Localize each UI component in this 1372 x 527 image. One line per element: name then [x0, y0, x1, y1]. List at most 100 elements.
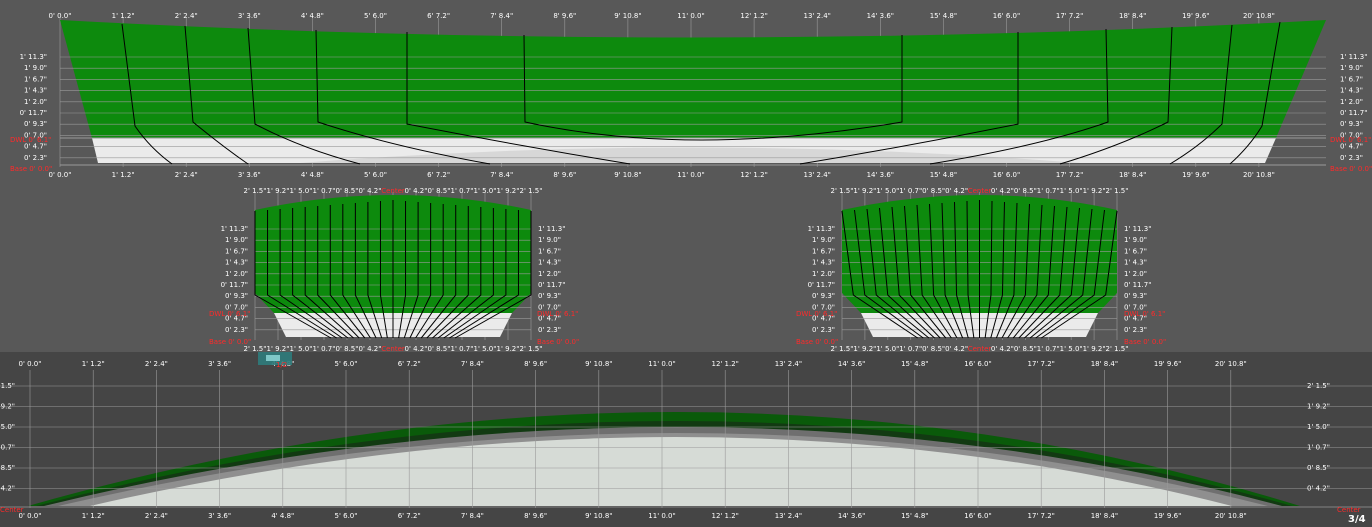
section-breadth-tick-bottom: 2' 1.5": [831, 345, 854, 353]
section-height-tick-left: 0' 2.3": [812, 326, 835, 334]
profile-height-tick-left: 1' 11.3": [20, 53, 47, 61]
section-breadth-tick-top: 1' 5.0": [290, 187, 313, 195]
section-breadth-tick-top: 1' 0.7": [899, 187, 922, 195]
section-height-tick-left: 1' 11.3": [808, 225, 835, 233]
profile-length-tick-top: 15' 4.8": [930, 12, 957, 20]
profile-length-tick-bottom: 14' 3.6": [867, 171, 894, 179]
profile-length-tick-top: 20' 10.8": [1243, 12, 1275, 20]
profile-length-tick-top: 2' 2.4": [175, 12, 198, 20]
profile-length-tick-top: 5' 6.0": [364, 12, 387, 20]
section-height-tick-right: 1' 9.0": [538, 236, 561, 244]
section-height-tick-left: 1' 6.7": [812, 247, 835, 255]
section-breadth-tick-bottom: 1' 5.0": [1060, 345, 1083, 353]
section-height-tick-right: 0' 9.3": [538, 292, 561, 300]
plan-length-tick-top: 2' 2.4": [145, 360, 168, 368]
plan-breadth-tick-left: 1' 0.7": [0, 444, 15, 452]
plan-length-tick-top: 19' 9.6": [1154, 360, 1181, 368]
section-breadth-tick-top: 1' 0.7": [313, 187, 336, 195]
section-breadth-tick-top: 0' 4.2": [359, 187, 382, 195]
plan-length-tick-top: 0' 0.0": [19, 360, 42, 368]
section-height-tick-right: 1' 9.0": [1124, 236, 1147, 244]
profile-height-tick-left: 1' 6.7": [24, 75, 47, 83]
profile-length-tick-top: 9' 10.8": [614, 12, 641, 20]
plan-length-tick-bottom: 13' 2.4": [775, 512, 802, 520]
plan-length-tick-top: 14' 3.6": [838, 360, 865, 368]
profile-length-tick-top: 1' 1.2": [112, 12, 135, 20]
front-section-breadth-ticks-bottom: 2' 1.5" 1' 9.2" 1' 5.0" 1' 0.7" 0' 8.5" 0' 4.…: [244, 345, 543, 353]
rear-section-base-right: Base 0' 0.0": [1124, 338, 1166, 346]
front-section-dwl-left: DWL 0' 6.1": [209, 310, 250, 318]
section-breadth-tick-bottom: 1' 0.7": [899, 345, 922, 353]
section-height-tick-left: 0' 9.3": [225, 292, 248, 300]
section-height-tick-right: 1' 4.3": [538, 259, 561, 267]
plan-breadth-tick-right: 1' 9.2": [1307, 403, 1330, 411]
plan-length-tick-top: 9' 10.8": [585, 360, 612, 368]
section-height-tick-right: 1' 2.0": [538, 270, 561, 278]
profile-length-tick-bottom: 9' 10.8": [614, 171, 641, 179]
profile-hull-above-water: [60, 20, 1326, 138]
plan-length-tick-top: 16' 6.0": [964, 360, 991, 368]
section-height-tick-left: 1' 11.3": [221, 225, 248, 233]
section-breadth-tick-top: 1' 0.7": [1037, 187, 1060, 195]
section-breadth-tick-top: 1' 9.2": [267, 187, 290, 195]
plan-breadth-tick-left: 2' 1.5": [0, 382, 15, 390]
section-breadth-tick-top: 0' 4.2": [945, 187, 968, 195]
plan-view[interactable]: 0' 0.0" 1' 1.2" 2' 2.4" 3' 3.6" 4' 4.8" 5' 6.…: [0, 352, 1372, 527]
profile-length-tick-bottom: 16' 6.0": [993, 171, 1020, 179]
section-height-tick-right: 0' 2.3": [1124, 326, 1147, 334]
section-breadth-tick-bottom: Center: [381, 345, 405, 353]
plan-length-tick-bottom: 11' 0.0": [648, 512, 675, 520]
profile-height-tick-left: 1' 2.0": [24, 98, 47, 106]
profile-height-tick-right: 1' 4.3": [1340, 87, 1363, 95]
profile-length-tick-top: 13' 2.4": [803, 12, 830, 20]
plan-length-tick-bottom: 8' 9.6": [524, 512, 547, 520]
hull-design-canvas[interactable]: 0' 0.0" 1' 1.2" 2' 2.4" 3' 3.6" 4' 4.8" 5' 6.…: [0, 0, 1372, 527]
section-height-tick-right: 1' 11.3": [1124, 225, 1151, 233]
profile-length-tick-bottom: 15' 4.8": [930, 171, 957, 179]
section-height-tick-left: 0' 9.3": [812, 292, 835, 300]
section-height-tick-right: 0' 2.3": [538, 326, 561, 334]
rear-section-dwl-right: DWL 0' 6.1": [1124, 310, 1165, 318]
plan-length-tick-top: 8' 9.6": [524, 360, 547, 368]
profile-height-tick-right: 0' 11.7": [1340, 109, 1367, 117]
section-breadth-tick-bottom: 0' 4.2": [991, 345, 1014, 353]
plan-breadth-tick-right: 0' 4.2": [1307, 485, 1330, 493]
profile-height-tick-right: 1' 11.3": [1340, 53, 1367, 61]
section-breadth-tick-bottom: 0' 4.2": [359, 345, 382, 353]
profile-view[interactable]: 0' 0.0" 1' 1.2" 2' 2.4" 3' 3.6" 4' 4.8" 5' 6.…: [10, 12, 1372, 179]
profile-height-tick-left: 1' 9.0": [24, 64, 47, 72]
profile-height-tick-right: 1' 6.7": [1340, 75, 1363, 83]
plan-length-tick-top: 7' 8.4": [461, 360, 484, 368]
profile-length-tick-bottom: 11' 0.0": [677, 171, 704, 179]
profile-length-tick-bottom: 19' 9.6": [1182, 171, 1209, 179]
profile-length-tick-top: 12' 1.2": [740, 12, 767, 20]
plan-breadth-tick-left: 1' 5.0": [0, 423, 15, 431]
profile-length-tick-top: 17' 7.2": [1056, 12, 1083, 20]
profile-length-tick-bottom: 17' 7.2": [1056, 171, 1083, 179]
section-breadth-tick-bottom: 1' 0.7": [451, 345, 474, 353]
profile-length-tick-bottom: 3' 3.6": [238, 171, 261, 179]
section-height-tick-right: 0' 9.3": [1124, 292, 1147, 300]
profile-length-tick-bottom: 5' 6.0": [364, 171, 387, 179]
profile-length-tick-top: 6' 7.2": [427, 12, 450, 20]
plan-breadth-tick-right: 2' 1.5": [1307, 382, 1330, 390]
plan-center-label-right: Center: [1337, 506, 1361, 514]
profile-length-tick-top: 7' 8.4": [490, 12, 513, 20]
plan-length-tick-top: 15' 4.8": [901, 360, 928, 368]
plan-length-tick-bottom: 2' 2.4": [145, 512, 168, 520]
section-breadth-tick-bottom: Center: [968, 345, 992, 353]
section-breadth-tick-top: 0' 4.2": [405, 187, 428, 195]
profile-length-tick-bottom: 4' 4.8": [301, 171, 324, 179]
plan-length-tick-top: 1' 1.2": [82, 360, 105, 368]
plan-length-tick-bottom: 1' 1.2": [82, 512, 105, 520]
section-breadth-tick-top: Center: [381, 187, 405, 195]
section-height-tick-right: 0' 11.7": [1124, 281, 1151, 289]
section-height-tick-left: 1' 2.0": [812, 270, 835, 278]
profile-length-tick-bottom: 1' 1.2": [112, 171, 135, 179]
plan-length-tick-bottom: 17' 7.2": [1027, 512, 1054, 520]
plan-length-tick-bottom: 3' 3.6": [208, 512, 231, 520]
plan-center-label-left: Center: [0, 506, 24, 514]
section-breadth-tick-bottom: 0' 8.5": [922, 345, 945, 353]
profile-length-tick-bottom: 13' 2.4": [803, 171, 830, 179]
profile-length-tick-top: 8' 9.6": [553, 12, 576, 20]
